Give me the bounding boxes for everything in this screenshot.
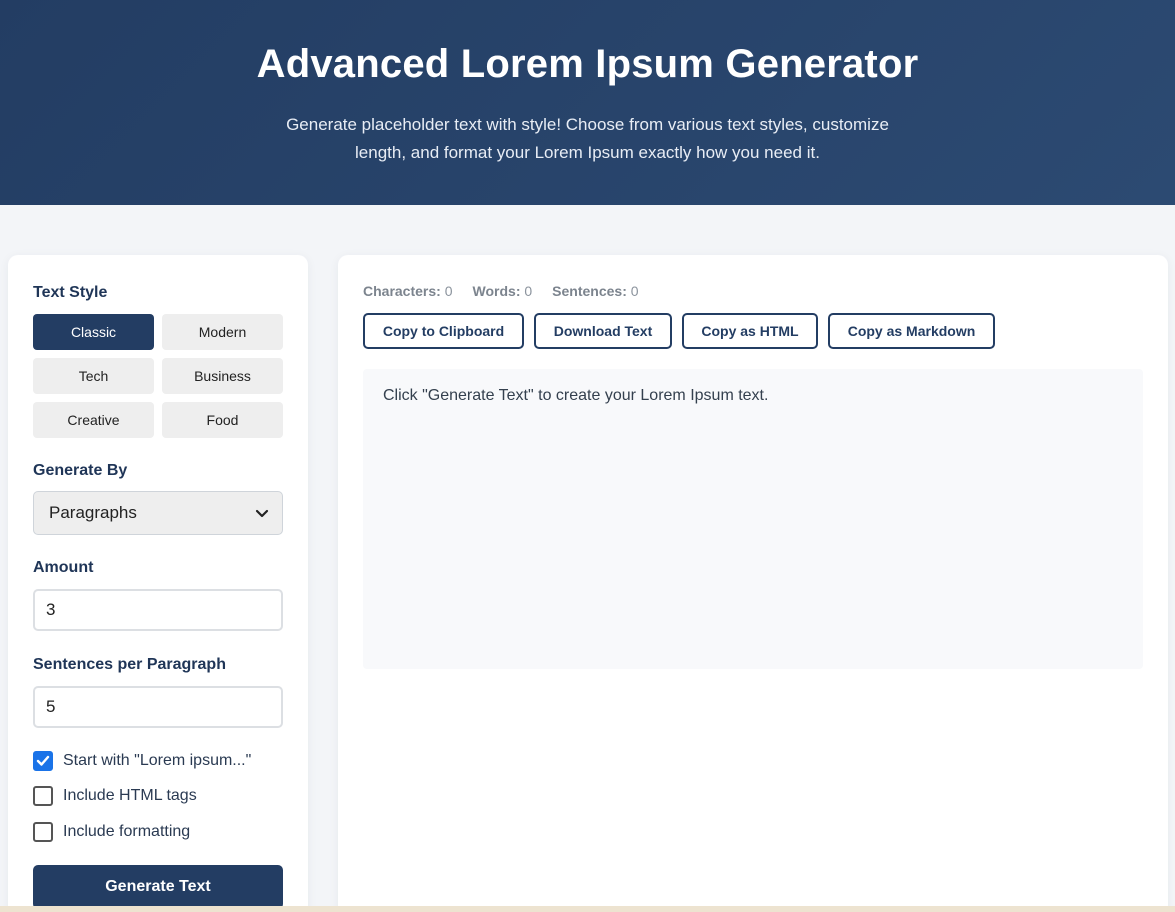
include-html-label: Include HTML tags <box>63 787 197 804</box>
page-subtitle: Generate placeholder text with style! Ch… <box>286 115 889 162</box>
option-start-with-lorem[interactable]: Start with "Lorem ipsum..." <box>33 751 251 771</box>
characters-stat: Characters: 0 <box>363 283 453 299</box>
words-stat: Words: 0 <box>473 283 533 299</box>
sentences-stat: Sentences: 0 <box>552 283 638 299</box>
include-html-checkbox[interactable] <box>33 786 53 806</box>
copy-to-clipboard-button[interactable]: Copy to Clipboard <box>363 313 524 349</box>
include-formatting-checkbox[interactable] <box>33 822 53 842</box>
generate-by-value: Paragraphs <box>49 503 137 522</box>
characters-value: 0 <box>444 283 453 299</box>
amount-label: Amount <box>33 559 94 576</box>
text-stats: Characters: 0 Words: 0 Sentences: 0 <box>363 283 639 299</box>
amount-input[interactable]: 3 <box>33 589 283 631</box>
generate-by-label: Generate By <box>33 462 128 479</box>
output-placeholder: Click "Generate Text" to create your Lor… <box>383 387 769 404</box>
characters-label: Characters: <box>363 283 441 299</box>
words-label: Words: <box>472 283 521 299</box>
chevron-down-icon <box>254 505 270 521</box>
text-style-label: Text Style <box>33 284 108 301</box>
style-button-food[interactable]: Food <box>162 402 283 438</box>
copy-as-html-button[interactable]: Copy as HTML <box>682 313 818 349</box>
generate-by-select[interactable]: Paragraphs <box>33 491 283 535</box>
style-button-creative[interactable]: Creative <box>33 402 154 438</box>
style-button-tech[interactable]: Tech <box>33 358 154 394</box>
download-text-button[interactable]: Download Text <box>534 313 672 349</box>
sentences-value: 5 <box>46 697 56 716</box>
page-header: Advanced Lorem Ipsum Generator Generate … <box>0 0 1175 205</box>
copy-as-markdown-button[interactable]: Copy as Markdown <box>828 313 995 349</box>
style-button-business[interactable]: Business <box>162 358 283 394</box>
include-formatting-label: Include formatting <box>63 823 191 840</box>
sentences-per-paragraph-input[interactable]: 5 <box>33 686 283 728</box>
start-with-lorem-label: Start with "Lorem ipsum..." <box>63 752 252 769</box>
style-button-classic[interactable]: Classic <box>33 314 154 350</box>
page-title: Advanced Lorem Ipsum Generator <box>256 42 919 86</box>
output-panel: Characters: 0 Words: 0 Sentences: 0 Copy… <box>338 255 1168 912</box>
words-value: 0 <box>524 283 533 299</box>
settings-panel: Text Style Classic Modern Tech Business … <box>8 255 308 912</box>
option-include-formatting[interactable]: Include formatting <box>33 822 190 842</box>
option-include-html[interactable]: Include HTML tags <box>33 786 197 806</box>
start-with-lorem-checkbox[interactable] <box>33 751 53 771</box>
generate-text-button[interactable]: Generate Text <box>33 865 283 909</box>
page-bottom-edge <box>0 906 1175 912</box>
amount-value: 3 <box>46 600 56 619</box>
sentences-per-paragraph-label: Sentences per Paragraph <box>33 656 226 673</box>
sentences-value: 0 <box>630 283 639 299</box>
style-button-modern[interactable]: Modern <box>162 314 283 350</box>
output-area[interactable]: Click "Generate Text" to create your Lor… <box>363 369 1143 669</box>
sentences-label: Sentences: <box>552 283 627 299</box>
